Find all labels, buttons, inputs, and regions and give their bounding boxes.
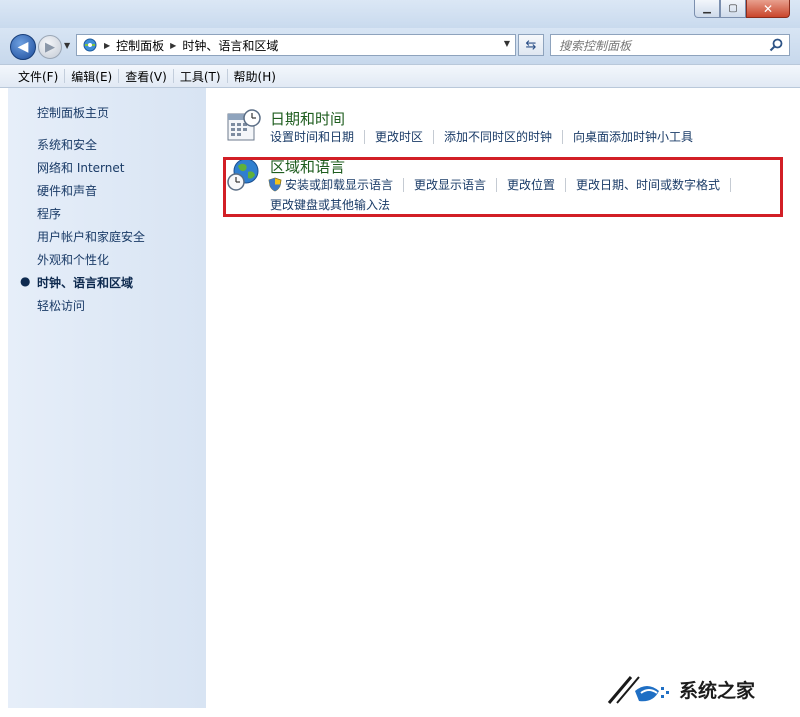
category-title-date-time[interactable]: 日期和时间 [270,108,345,129]
task-divider [562,129,564,144]
watermark: 系统之家 [605,665,795,713]
maximize-button[interactable]: ▢ [720,0,746,18]
forward-button[interactable]: ▶ [38,35,62,59]
breadcrumb-item-clock-language-region[interactable]: 时钟、语言和区域 [182,37,278,54]
refresh-button[interactable]: ⇆ [518,34,544,56]
address-bar[interactable]: ▶ 控制面板 ▶ 时钟、语言和区域 ▼ [76,34,516,56]
sidebar-item-ease-of-access[interactable]: 轻松访问 [37,297,85,314]
breadcrumb-arrow-icon: ▶ [104,40,111,50]
menu-file[interactable]: 文件(F) [12,66,64,86]
search-icon[interactable] [768,37,784,53]
history-dropdown[interactable]: ▼ [64,41,70,50]
maximize-icon: ▢ [728,3,738,14]
menu-bar: 文件(F) 编辑(E) 查看(V) 工具(T) 帮助(H) [0,64,800,88]
search-box [550,34,790,56]
sidebar-item-system-security[interactable]: 系统和安全 [37,136,97,153]
menu-view[interactable]: 查看(V) [119,66,173,86]
watermark-logo-icon [607,676,669,704]
minimize-button[interactable]: ▁ [694,0,720,18]
refresh-icon: ⇆ [525,37,537,53]
back-button[interactable]: ◀ [10,34,36,60]
task-change-time-zone[interactable]: 更改时区 [375,128,423,145]
task-divider [433,129,435,144]
calendar-clock-icon[interactable] [226,108,262,144]
watermark-text: 系统之家 [679,679,756,702]
sidebar-item-user-accounts[interactable]: 用户帐户和家庭安全 [37,228,145,245]
task-divider [364,129,366,144]
sidebar-item-clock-language-region: 时钟、语言和区域 [37,276,134,290]
sidebar: 控制面板主页 系统和安全 网络和 Internet 硬件和声音 程序 用户帐户和… [8,88,206,708]
chevron-down-icon: ▼ [64,41,71,50]
address-dropdown-icon[interactable]: ▼ [504,39,510,48]
task-add-clocks[interactable]: 添加不同时区的时钟 [444,128,552,145]
sidebar-item-hardware-sound[interactable]: 硬件和声音 [37,182,97,199]
task-set-time-date[interactable]: 设置时间和日期 [270,128,354,145]
menu-edit[interactable]: 编辑(E) [65,66,118,86]
close-button[interactable]: ✕ [746,0,790,18]
sidebar-item-network-internet[interactable]: 网络和 Internet [37,159,124,176]
task-add-clock-gadget[interactable]: 向桌面添加时钟小工具 [573,128,693,145]
control-panel-icon [82,37,98,53]
task-row-date-time: 设置时间和日期 更改时区 添加不同时区的时钟 向桌面添加时钟小工具 [270,128,693,145]
menu-help[interactable]: 帮助(H) [228,66,282,86]
main-content: 日期和时间 设置时间和日期 更改时区 添加不同时区的时钟 向桌面添加时钟小工具 … [206,88,800,717]
title-bar: ▁ ▢ ✕ [0,0,800,28]
search-input[interactable] [557,36,766,56]
minimize-icon: ▁ [703,3,711,14]
breadcrumb-item-control-panel[interactable]: 控制面板 [116,37,164,54]
arrow-right-icon: ▶ [45,39,55,55]
sidebar-item-home[interactable]: 控制面板主页 [37,104,109,121]
navigation-bar: ◀ ▶ ▼ ▶ 控制面板 ▶ 时钟、语言和区域 ▼ ⇆ [0,28,800,64]
menu-tools[interactable]: 工具(T) [174,66,227,86]
arrow-left-icon: ◀ [17,39,29,55]
breadcrumb-arrow-icon: ▶ [170,40,177,50]
sidebar-item-programs[interactable]: 程序 [37,205,61,222]
window-controls: ▁ ▢ ✕ [694,0,790,20]
control-panel-window: ▁ ▢ ✕ ◀ ▶ ▼ ▶ 控制面板 ▶ 时钟、语言和区域 ▼ ⇆ 搜索控制面板… [0,0,800,717]
current-item-bullet-icon: ● [20,274,31,288]
annotation-highlight-box [223,157,783,217]
close-icon: ✕ [762,1,774,16]
sidebar-item-appearance[interactable]: 外观和个性化 [37,251,109,268]
